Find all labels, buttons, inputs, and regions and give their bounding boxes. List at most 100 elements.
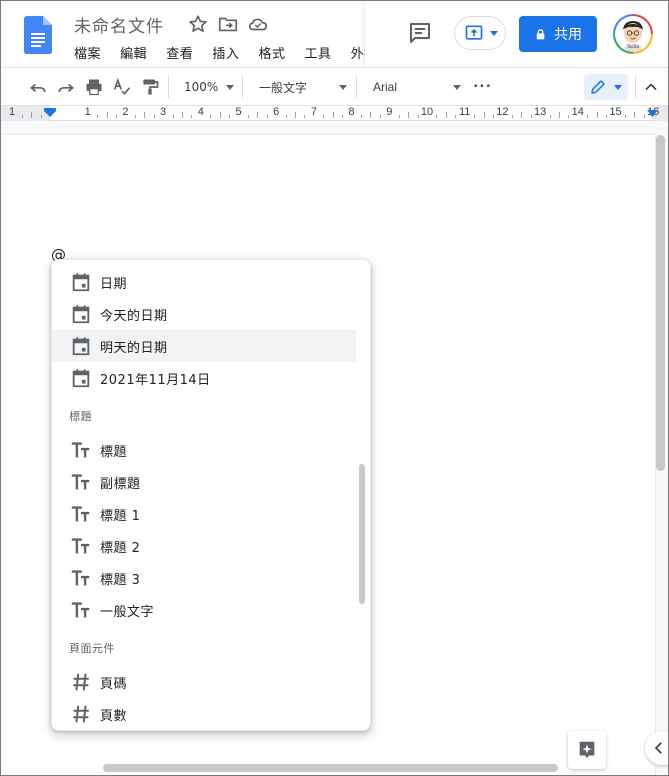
- ruler-tick: [172, 115, 174, 118]
- ruler-tick: [106, 112, 108, 118]
- cloud-saved-icon[interactable]: [247, 13, 269, 35]
- text-type-icon: [71, 506, 90, 522]
- ruler-tick: [21, 115, 23, 118]
- menu-item-label: 副標題: [100, 476, 141, 492]
- ruler-tick: [323, 115, 325, 118]
- menu-insert[interactable]: 插入: [212, 43, 239, 62]
- menu-item-page-number[interactable]: 頁碼: [52, 666, 356, 698]
- undo-icon[interactable]: [28, 77, 48, 97]
- ruler-tick: [379, 115, 381, 118]
- menu-scrollbar[interactable]: [359, 464, 365, 604]
- ruler-number: 9: [386, 106, 393, 118]
- avatar[interactable]: TaoDa: [613, 14, 653, 54]
- menu-item-heading-2[interactable]: 標題 2: [52, 530, 356, 562]
- ruler-tick: [144, 112, 146, 118]
- ruler-number: 2: [122, 106, 129, 118]
- menu-item-normal-text[interactable]: 一般文字: [52, 594, 356, 626]
- menu-item-label: 標題 1: [100, 508, 141, 524]
- calendar-icon: [72, 369, 90, 388]
- toolbar-divider: [168, 76, 169, 98]
- redo-icon[interactable]: [56, 77, 76, 97]
- font-select[interactable]: Arial: [373, 76, 397, 98]
- smart-chip-menu: 日期 今天的日期 明天的日期 2021年11月14日 標題 標題 副標題 標題 …: [51, 259, 371, 731]
- menu-item-tomorrow[interactable]: 明天的日期: [52, 330, 356, 362]
- horizontal-scrollbar[interactable]: [103, 764, 558, 772]
- ruler-tick: [549, 115, 551, 118]
- ruler-number: 13: [533, 106, 547, 118]
- app-window: 未命名文件 檔案 編輯 查看 插入 格式 工具 外掛程: [0, 0, 669, 776]
- ruler-tick: [134, 115, 136, 118]
- ruler-tick: [558, 112, 560, 118]
- menu-item-heading-1[interactable]: 標題 1: [52, 498, 356, 530]
- chevron-down-icon: [614, 85, 622, 90]
- menu-item-page-count[interactable]: 頁數: [52, 698, 356, 730]
- ruler-tick: [596, 112, 598, 118]
- print-icon[interactable]: [84, 77, 104, 97]
- chevron-down-icon[interactable]: [226, 85, 234, 90]
- menu-item-label: 2021年11月14日: [100, 372, 211, 388]
- ruler-tick: [587, 115, 589, 118]
- editing-mode-button[interactable]: [584, 74, 628, 100]
- menu-tools[interactable]: 工具: [305, 43, 332, 62]
- explore-sparkle-icon: [579, 741, 595, 759]
- ruler-tick: [361, 115, 363, 118]
- avatar-caption: TaoDa: [626, 44, 640, 49]
- menu-format[interactable]: 格式: [258, 43, 285, 62]
- text-type-icon: [71, 570, 90, 586]
- ruler-tick: [219, 112, 221, 118]
- ruler[interactable]: 112345678910111213141516: [1, 105, 668, 121]
- menu-edit[interactable]: 編輯: [120, 43, 147, 62]
- menu-view[interactable]: 查看: [166, 43, 193, 62]
- calendar-icon: [72, 305, 90, 324]
- paragraph-style-select[interactable]: 一般文字: [259, 76, 307, 98]
- chevron-down-icon[interactable]: [453, 85, 461, 90]
- menu-item-today[interactable]: 今天的日期: [52, 298, 356, 330]
- menu-item-title[interactable]: 標題: [52, 434, 356, 466]
- ruler-number: 11: [458, 106, 471, 118]
- ruler-tick: [445, 112, 447, 118]
- spellcheck-icon[interactable]: [112, 77, 132, 97]
- zoom-select[interactable]: 100%: [184, 76, 218, 98]
- menu-item-subtitle[interactable]: 副標題: [52, 466, 356, 498]
- star-icon[interactable]: [187, 13, 209, 35]
- menu-item-heading-3[interactable]: 標題 3: [52, 562, 356, 594]
- more-options-button[interactable]: •••: [473, 76, 492, 98]
- comment-history-icon[interactable]: [408, 21, 432, 45]
- menu-item-label: 日期: [100, 276, 128, 292]
- document-title[interactable]: 未命名文件: [74, 12, 164, 37]
- chevron-up-icon[interactable]: [641, 77, 661, 97]
- present-to-meeting-icon: [465, 25, 483, 40]
- menu-file[interactable]: 檔案: [74, 43, 101, 62]
- present-button[interactable]: [454, 16, 506, 50]
- ruler-tick: [492, 115, 494, 118]
- avatar-picture: TaoDa: [615, 16, 651, 52]
- ruler-tick: [455, 115, 457, 118]
- ruler-tick: [634, 112, 636, 118]
- right-indent-marker-icon[interactable]: [647, 110, 658, 119]
- ruler-tick: [370, 112, 372, 118]
- ruler-tick: [191, 115, 193, 118]
- menu-item-label: 標題 2: [100, 540, 141, 556]
- ruler-tick: [408, 112, 410, 118]
- indent-marker-icon[interactable]: [44, 108, 56, 118]
- chevron-down-icon[interactable]: [339, 85, 347, 90]
- pencil-icon: [591, 80, 605, 94]
- ruler-tick: [285, 115, 287, 118]
- docs-logo-icon[interactable]: [24, 16, 52, 54]
- explore-button[interactable]: [568, 731, 606, 769]
- ruler-tick: [31, 112, 33, 118]
- menu-item-date[interactable]: 日期: [52, 266, 356, 298]
- paint-format-icon[interactable]: [140, 77, 160, 97]
- toolbar-divider: [635, 76, 636, 98]
- menu-item-specific-date[interactable]: 2021年11月14日: [52, 362, 356, 394]
- text-type-icon: [71, 442, 90, 458]
- menu-item-label: 頁碼: [100, 676, 128, 692]
- menu-item-label: 一般文字: [100, 604, 155, 620]
- ruler-tick: [606, 115, 608, 118]
- vertical-scrollbar[interactable]: [656, 135, 665, 471]
- ruler-tick: [115, 115, 117, 118]
- share-button[interactable]: 共用: [519, 16, 597, 52]
- move-to-folder-icon[interactable]: [217, 13, 239, 35]
- ruler-number: 15: [609, 106, 622, 118]
- ruler-tick: [474, 115, 476, 118]
